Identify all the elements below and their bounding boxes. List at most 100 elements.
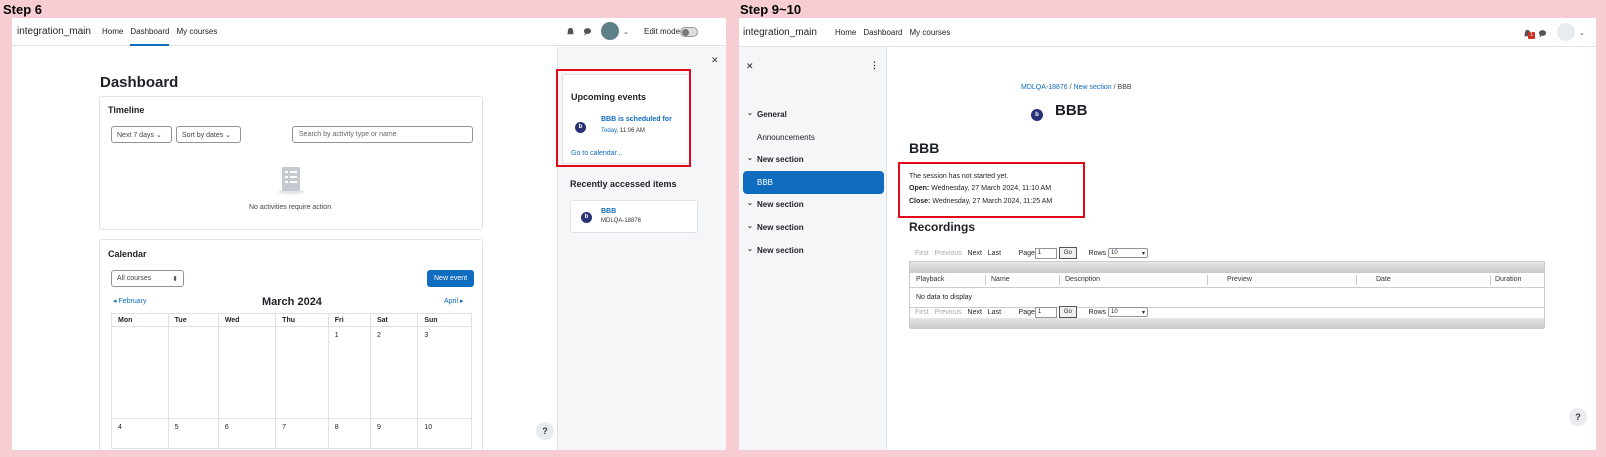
day-header: Sun [417,313,472,327]
chat-icon[interactable] [1538,29,1547,38]
calendar-day-cell[interactable]: 4 [111,418,169,449]
user-avatar[interactable] [601,22,619,40]
nav-home[interactable]: Home [102,27,123,46]
timeline-search-input[interactable]: Search by activity type or name [292,126,473,143]
user-avatar[interactable] [1557,23,1575,41]
step-6-screenshot: integration_main Home Dashboard My cours… [12,18,726,450]
calendar-day-cell[interactable] [167,326,219,419]
chevron-down-icon[interactable]: ⌄ [747,222,753,230]
calendar-week-row: 1 2 3 [111,326,472,419]
new-event-button[interactable]: New event [427,270,475,287]
rows-select[interactable]: 10 ▾ [1108,307,1148,317]
column-header[interactable]: Date [1376,276,1391,283]
table-gradient-bar [910,262,1544,273]
pager-previous[interactable]: Previous [934,250,961,257]
column-header[interactable]: Preview [1227,276,1252,283]
column-divider [1490,275,1491,285]
rows-label: Rows [1088,308,1107,316]
column-divider [1207,275,1208,285]
pager-next[interactable]: Next [968,309,982,316]
calendar-day-cell[interactable] [111,326,169,419]
calendar-title: Calendar [108,249,147,259]
calendar-month-title: March 2024 [262,296,322,308]
nav-home[interactable]: Home [835,28,856,37]
page-number-input[interactable]: 1 [1034,306,1057,318]
calendar-day-cell[interactable] [217,326,277,419]
step-9-10-screenshot: integration_main Home Dashboard My cours… [739,18,1596,450]
nav-my-courses[interactable]: My courses [909,28,950,37]
calendar-day-cell[interactable]: 9 [369,418,419,449]
breadcrumb: MDLQA-18876 / New section / BBB [1021,84,1132,91]
go-button[interactable]: Go [1058,247,1077,259]
breadcrumb-course[interactable]: MDLQA-18876 [1021,84,1068,91]
pager-page-label: Page [1018,249,1035,257]
calendar-day-cell[interactable]: 7 [275,418,329,449]
course-index-drawer: ✕ ⋮ ⌄ General Announcements ⌄ New section … [739,47,887,450]
bell-icon[interactable] [566,27,575,36]
notification-count-badge: 1 [1528,32,1535,39]
close-drawer-icon[interactable]: ✕ [711,55,719,66]
calendar-day-cell[interactable]: 10 [417,418,472,449]
pager-next[interactable]: Next [968,250,982,257]
chevron-down-icon[interactable]: ⌄ [623,28,629,36]
page-number-input[interactable]: 1 [1034,247,1057,259]
nav-dashboard[interactable]: Dashboard [130,27,170,46]
course-index-section[interactable]: ⌄ New section [743,218,884,236]
column-header[interactable]: Description [1065,276,1100,283]
calendar-next-month[interactable]: April ▸ [444,297,463,305]
pager-first[interactable]: First [915,309,929,316]
bbb-activity-icon: b [581,212,592,223]
column-header[interactable]: Playback [916,276,944,283]
column-header[interactable]: Name [991,276,1010,283]
help-button[interactable]: ? [536,422,554,440]
chevron-down-icon[interactable]: ⌄ [747,245,753,253]
site-brand[interactable]: integration_main [17,26,91,37]
nav-my-courses[interactable]: My courses [176,27,217,46]
go-button[interactable]: Go [1058,306,1077,318]
select-arrow-icon: ▾ [1141,310,1145,316]
calendar-day-cell[interactable]: 2 [369,326,419,419]
course-select[interactable]: All courses ⬍ [111,270,184,287]
course-index-section[interactable]: ⌄ General [743,105,884,123]
pager-last[interactable]: Last [988,250,1001,257]
course-index-section[interactable]: ⌄ New section [743,241,884,259]
pager-first[interactable]: First [915,250,929,257]
rows-select[interactable]: 10 ▾ [1108,248,1148,258]
course-index-item[interactable]: Announcements [743,128,884,146]
course-index-item-active[interactable]: BBB [743,171,884,194]
close-course-index-icon[interactable]: ✕ [746,61,754,72]
course-index-section[interactable]: ⌄ New section [743,150,884,168]
column-header[interactable]: Duration [1495,276,1521,283]
calendar-day-cell[interactable] [275,326,329,419]
chevron-down-icon[interactable]: ⌄ [747,154,753,162]
course-index-section[interactable]: ⌄ New section [743,195,884,213]
more-options-icon[interactable]: ⋮ [870,60,879,71]
calendar-day-cell[interactable]: 6 [217,418,277,449]
calendar-day-cell[interactable]: 3 [417,326,472,419]
recent-item-card[interactable]: b BBB MDLQA-18876 [570,200,698,233]
recent-item-name[interactable]: BBB [601,208,616,215]
nav-dashboard[interactable]: Dashboard [863,28,902,37]
day-header: Mon [111,313,169,327]
calendar-grid: Mon Tue Wed Thu Fri Sat Sun 1 2 3 4 5 6 [111,313,472,449]
next-month-label: April [444,298,459,305]
breadcrumb-current: BBB [1117,84,1132,91]
timeline-filter-dropdown[interactable]: Next 7 days ⌄ [111,126,172,143]
pager-previous[interactable]: Previous [934,309,961,316]
chat-icon[interactable] [583,27,592,36]
site-brand[interactable]: integration_main [743,27,817,38]
breadcrumb-section[interactable]: New section [1074,84,1112,91]
chevron-down-icon[interactable]: ⌄ [1579,29,1585,37]
pager-last[interactable]: Last [988,309,1001,316]
activity-heading: BBB [909,140,940,156]
edit-mode-toggle[interactable] [680,27,698,37]
calendar-day-cell[interactable]: 5 [167,418,219,449]
calendar-prev-month[interactable]: ◂ February [113,297,146,305]
timeline-sort-dropdown[interactable]: Sort by dates ⌄ [176,126,241,143]
chevron-down-icon[interactable]: ⌄ [747,109,753,117]
calendar-day-cell[interactable]: 1 [327,326,371,419]
chevron-down-icon[interactable]: ⌄ [747,199,753,207]
course-select-value: All courses [117,275,152,282]
help-button[interactable]: ? [1569,408,1587,426]
calendar-day-cell[interactable]: 8 [327,418,371,449]
